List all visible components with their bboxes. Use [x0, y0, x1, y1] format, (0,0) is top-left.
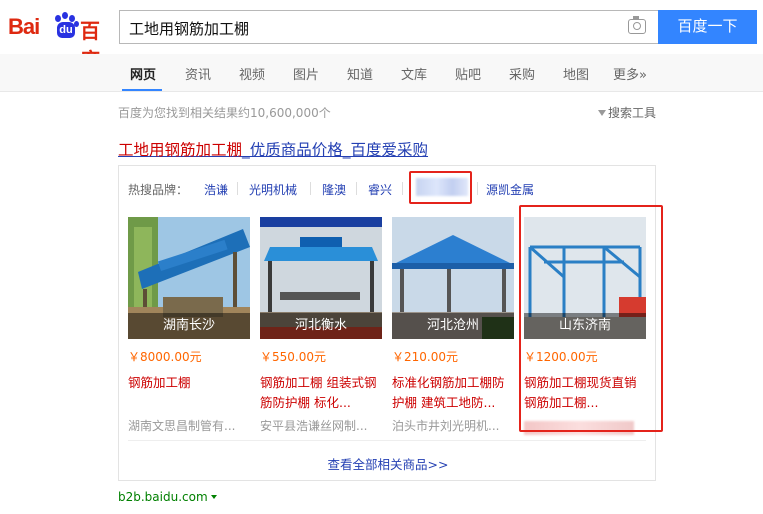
hot-brands-label: 热搜品牌：	[128, 183, 189, 197]
brand-separator	[310, 182, 311, 195]
brand-separator	[237, 182, 238, 195]
product-city: 河北衡水	[260, 313, 382, 339]
tab-video[interactable]: 视频	[239, 64, 265, 83]
tab-news[interactable]: 资讯	[185, 64, 211, 83]
tab-wenku[interactable]: 文库	[401, 64, 427, 83]
site-url[interactable]: b2b.baidu.com	[118, 490, 217, 504]
baidu-logo[interactable]: Bai du 百度	[8, 10, 108, 72]
result-count: 百度为您找到相关结果约10,600,000个	[118, 106, 331, 120]
brand-separator	[402, 182, 403, 195]
brand-link-ruixing[interactable]: 睿兴	[368, 181, 392, 198]
product-seller[interactable]: 湖南文思昌制管有...	[128, 417, 250, 434]
product-city: 河北沧州	[392, 313, 514, 339]
ad-result-title-link[interactable]: 工地用钢筋加工棚_优质商品价格_百度爱采购	[118, 138, 428, 160]
paw-icon: du	[53, 12, 79, 38]
tab-map[interactable]: 地图	[563, 64, 589, 83]
search-input[interactable]: 工地用钢筋加工棚	[119, 10, 658, 44]
annotation-box-product	[519, 205, 663, 432]
title-highlight: 工地用钢筋加工棚	[118, 141, 243, 159]
search-tools-button[interactable]: 搜索工具	[597, 104, 656, 121]
product-image[interactable]: 河北沧州	[392, 217, 514, 339]
brand-link-yuankai[interactable]: 源凯金属	[486, 181, 534, 198]
product-seller[interactable]: 泊头市井刘光明机...	[392, 417, 514, 434]
product-price: ￥210.00元	[392, 350, 458, 364]
search-button[interactable]: 百度一下	[658, 10, 757, 44]
logo-text-bai: Bai	[8, 14, 40, 39]
product-name-link[interactable]: 钢筋加工棚	[128, 373, 250, 413]
tab-more[interactable]: 更多»	[613, 64, 647, 83]
tab-images[interactable]: 图片	[293, 64, 319, 83]
product-item[interactable]: 河北沧州 ￥210.00元 标准化钢筋加工棚防护棚 建筑工地防... 泊头市井刘…	[392, 217, 514, 434]
product-card: 热搜品牌： 浩谦 光明机械 隆澳 睿兴 源凯金属 湖南长沙 ￥8000.00元 …	[118, 165, 663, 481]
header: Bai du 百度 工地用钢筋加工棚 百度一下	[0, 0, 763, 72]
tab-tieba[interactable]: 贴吧	[455, 64, 481, 83]
brand-link-longao[interactable]: 隆澳	[322, 181, 346, 198]
logo-text-du: du	[57, 22, 75, 38]
tab-procurement[interactable]: 采购	[509, 64, 535, 83]
product-item[interactable]: 湖南长沙 ￥8000.00元 钢筋加工棚 湖南文思昌制管有...	[128, 217, 250, 434]
dropdown-caret-icon[interactable]	[210, 495, 217, 499]
site-url-text: b2b.baidu.com	[118, 490, 208, 504]
product-name-link[interactable]: 钢筋加工棚 组装式钢筋防护棚 标化...	[260, 373, 382, 413]
divider	[128, 440, 646, 441]
search-query[interactable]: 工地用钢筋加工棚	[129, 18, 249, 39]
brand-separator	[356, 182, 357, 195]
camera-icon[interactable]	[628, 16, 646, 34]
tab-zhidao[interactable]: 知道	[347, 64, 373, 83]
product-image[interactable]: 湖南长沙	[128, 217, 250, 339]
brand-link-guangming[interactable]: 光明机械	[249, 181, 297, 198]
product-price: ￥8000.00元	[128, 350, 202, 364]
title-rest: _优质商品价格_百度爱采购	[242, 141, 429, 159]
search-tabs-nav: 网页 资讯 视频 图片 知道 文库 贴吧 采购 地图 更多»	[0, 54, 763, 92]
brand-link-haoqian[interactable]: 浩谦	[204, 181, 228, 198]
product-image[interactable]: 河北衡水	[260, 217, 382, 339]
product-seller[interactable]: 安平县浩谦丝网制...	[260, 417, 382, 434]
filter-icon	[597, 110, 606, 116]
product-item[interactable]: 河北衡水 ￥550.00元 钢筋加工棚 组装式钢筋防护棚 标化... 安平县浩谦…	[260, 217, 382, 434]
brand-separator	[477, 182, 478, 195]
product-price: ￥550.00元	[260, 350, 326, 364]
product-city: 湖南长沙	[128, 313, 250, 339]
search-tools-label: 搜索工具	[607, 106, 656, 120]
active-tab-indicator	[122, 89, 162, 91]
view-all-products-link[interactable]: 查看全部相关商品>>	[119, 454, 657, 473]
annotation-box-brand	[409, 171, 472, 204]
product-name-link[interactable]: 标准化钢筋加工棚防护棚 建筑工地防...	[392, 373, 514, 413]
tab-web[interactable]: 网页	[130, 64, 156, 83]
